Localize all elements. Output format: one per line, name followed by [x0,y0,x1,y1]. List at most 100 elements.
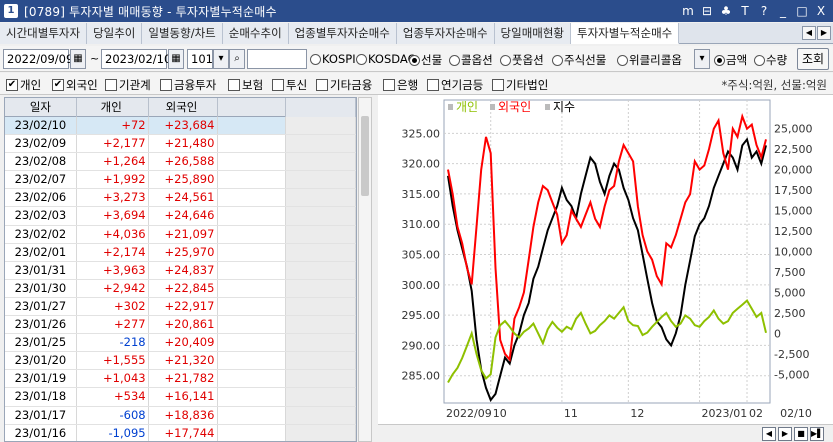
date-from-input[interactable]: 2022/09/09 [3,49,73,69]
chart-prev-icon[interactable]: ◀ [762,427,776,441]
check-foreign[interactable]: ✔ 외국인 [52,77,98,93]
scroll-thumb[interactable] [361,116,369,196]
table-row[interactable]: 23/01/19 +1,043 +21,782 [5,370,356,389]
table-row[interactable]: 23/01/26 +277 +20,861 [5,316,356,335]
radio-put-option[interactable]: 풋옵션 [500,52,544,68]
radio-stock-futures[interactable]: 주식선물 [552,52,606,68]
table-row[interactable]: 23/02/03 +3,694 +24,646 [5,207,356,226]
maximize-icon[interactable]: □ [794,3,810,19]
tab-cumulative-net[interactable]: 투자자별누적순매수 [571,23,680,44]
help-icon[interactable]: ? [756,3,772,19]
cell-foreign: +26,588 [149,153,219,171]
weekly-dropdown-icon[interactable]: ▾ [694,49,710,69]
table-row[interactable]: 23/02/06 +3,273 +24,561 [5,189,356,208]
cell-empty [218,189,287,207]
tab-time-investor[interactable]: 시간대별투자자 [0,23,88,44]
check-financial-investment[interactable]: 금융투자 [160,77,216,93]
check-other-corp[interactable]: 기타법인 [492,77,548,93]
table-row[interactable]: 23/01/17 -608 +18,836 [5,406,356,425]
table-row[interactable]: 23/02/01 +2,174 +25,970 [5,243,356,262]
tab-daily-trend[interactable]: 당일추이 [87,23,143,44]
radio-kospi[interactable]: KOSPI [310,52,356,66]
code-input[interactable]: 101 [187,49,213,69]
check-other-finance[interactable]: 기타금융 [316,77,372,93]
cell-empty [286,189,356,207]
x-tick-label: 11 [564,407,578,420]
radio-dot [552,54,563,66]
table-row[interactable]: 23/01/18 +534 +16,141 [5,388,356,407]
link-icon[interactable]: ⊟ [699,3,715,19]
cell-empty [218,261,287,279]
close-icon[interactable]: X [813,3,829,19]
cell-individual: +2,942 [77,279,149,297]
left-tick-label: 290.00 [402,339,441,352]
table-row[interactable]: 23/02/08 +1,264 +26,588 [5,153,356,172]
cell-empty [218,316,287,334]
table-row[interactable]: 23/01/31 +3,963 +24,837 [5,261,356,280]
radio-call-option[interactable]: 콜옵션 [449,52,493,68]
table-row[interactable]: 23/01/25 -218 +20,409 [5,334,356,353]
cell-empty [286,117,356,135]
cell-date: 23/01/30 [5,279,77,297]
cell-foreign: +20,861 [149,316,219,334]
check-individual[interactable]: ✔ 개인 [6,77,41,93]
settings-icon[interactable]: ♣ [718,3,734,19]
column-header-date[interactable]: 일자 [5,98,77,117]
table-row[interactable]: 23/02/07 +1,992 +25,890 [5,171,356,190]
table-row[interactable]: 23/02/10 +72 +23,684 [5,117,356,136]
column-header-individual[interactable]: 개인 [77,98,149,117]
minimize-icon[interactable]: _ [775,3,791,19]
check-pension[interactable]: 연기금등 [427,77,483,93]
tab-sector-net[interactable]: 업종투자자순매수 [396,23,495,44]
tab-sector-investor-net[interactable]: 업종별투자자순매수 [288,23,397,44]
chart-play-icon[interactable]: ▶ [778,427,792,441]
cell-date: 23/02/08 [5,153,77,171]
cell-foreign: +21,320 [149,352,219,370]
radio-weekly-option[interactable]: 위클리콜옵 [617,52,682,68]
check-insurance[interactable]: 보험 [228,77,263,93]
table-scrollbar[interactable] [358,97,372,442]
radio-quantity[interactable]: 수량 [754,52,787,68]
radio-amount[interactable]: 금액 [714,52,747,68]
code-name-field [247,49,307,69]
right-tick-label: 12,500 [774,225,813,238]
cell-empty [218,207,287,225]
font-icon[interactable]: T [737,3,753,19]
chart-stop-icon[interactable]: ■ [794,427,808,441]
radio-dot [310,53,321,65]
code-dropdown-icon[interactable]: ▾ [213,49,229,69]
column-header-foreign[interactable]: 외국인 [149,98,219,117]
table-row[interactable]: 23/01/20 +1,555 +21,320 [5,352,356,371]
query-button[interactable]: 조회 [797,48,829,70]
tab-net-buy-trend[interactable]: 순매수추이 [222,23,289,44]
calendar-icon[interactable]: ▦ [70,49,86,69]
check-institution[interactable]: 기관계 [105,77,151,93]
right-tick-label: 17,500 [774,184,813,197]
table-row[interactable]: 23/02/02 +4,036 +21,097 [5,225,356,244]
cell-individual: +2,174 [77,243,149,261]
cell-foreign: +25,970 [149,243,219,261]
cell-empty [286,243,356,261]
radio-futures[interactable]: 선물 [409,52,442,68]
left-tick-label: 320.00 [402,158,441,171]
radio-dot [617,54,628,66]
search-icon[interactable]: ⌕ [229,49,245,69]
tab-today-status[interactable]: 당일매매현황 [494,23,572,44]
legend-label: 외국인 [498,100,531,114]
cell-date: 23/02/02 [5,225,77,243]
table-row[interactable]: 23/02/09 +2,177 +21,480 [5,135,356,154]
tab-next-icon[interactable]: ▶ [817,26,831,40]
chart-end-icon[interactable]: ▶▌ [810,427,824,441]
radio-kosdaq[interactable]: KOSDAQ [356,52,417,66]
table-row[interactable]: 23/01/30 +2,942 +22,845 [5,279,356,298]
table-row[interactable]: 23/01/27 +302 +22,917 [5,297,356,317]
cell-empty [218,352,287,370]
tab-daily-chart[interactable]: 일별동향/차트 [142,23,223,44]
check-bank[interactable]: 은행 [383,77,418,93]
date-to-input[interactable]: 2023/02/10 [101,49,171,69]
tab-prev-icon[interactable]: ◀ [802,26,816,40]
table-row[interactable]: 23/01/16 -1,095 +17,744 [5,424,356,441]
check-trust[interactable]: 투신 [272,77,307,93]
memo-icon[interactable]: m [680,3,696,19]
calendar-icon[interactable]: ▦ [168,49,184,69]
